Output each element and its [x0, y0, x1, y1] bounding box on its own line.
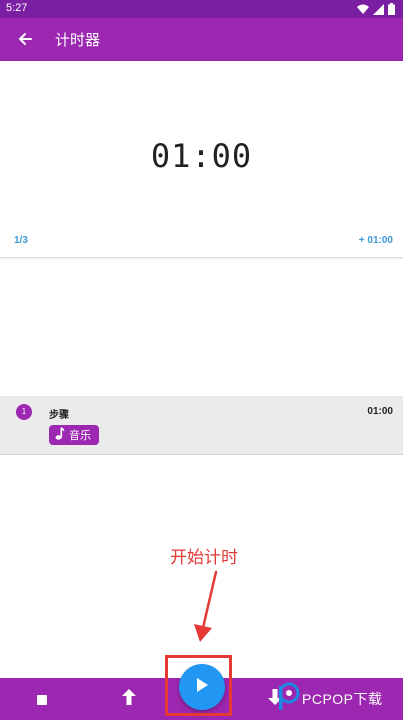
- status-time: 5:27: [6, 2, 28, 14]
- stop-button[interactable]: [26, 678, 58, 720]
- list-item[interactable]: 1 步骤 01:00 音乐: [0, 396, 403, 455]
- music-chip[interactable]: 音乐: [49, 425, 99, 445]
- step-name: 步骤: [49, 410, 69, 421]
- annotation-arrow-icon: [190, 570, 220, 649]
- pcpop-logo-icon: [276, 682, 300, 716]
- timer-display: 01:00: [150, 137, 253, 175]
- status-icons: [357, 3, 395, 18]
- stop-icon: [37, 690, 47, 709]
- music-chip-label: 音乐: [69, 429, 91, 442]
- watermark-logo: PCPOP下载: [276, 682, 383, 716]
- step-number-badge: 1: [16, 404, 32, 420]
- cellular-icon: [373, 3, 384, 18]
- add-time-button[interactable]: + 01:00: [359, 235, 393, 246]
- back-button[interactable]: [12, 27, 38, 53]
- highlight-box: [165, 655, 232, 716]
- timer-screen: 5:27 计时器 01:00 1/3 + 01:00 1 步骤 01:00 音乐…: [0, 0, 403, 720]
- arrow-back-icon: [18, 31, 32, 50]
- move-up-button[interactable]: [113, 678, 145, 720]
- watermark-text: PCPOP下载: [302, 691, 383, 707]
- step-duration: 01:00: [367, 406, 393, 417]
- music-note-icon: [55, 427, 65, 443]
- step-counter: 1/3: [14, 235, 28, 246]
- move-up-icon: [122, 689, 136, 709]
- battery-icon: [388, 3, 395, 18]
- wifi-icon: [357, 4, 369, 18]
- app-bar: 计时器: [0, 18, 403, 61]
- page-title: 计时器: [55, 31, 101, 49]
- timer-card: 01:00 1/3 + 01:00: [0, 61, 403, 258]
- annotation-label: 开始计时: [170, 548, 238, 568]
- status-bar: 5:27: [0, 0, 403, 18]
